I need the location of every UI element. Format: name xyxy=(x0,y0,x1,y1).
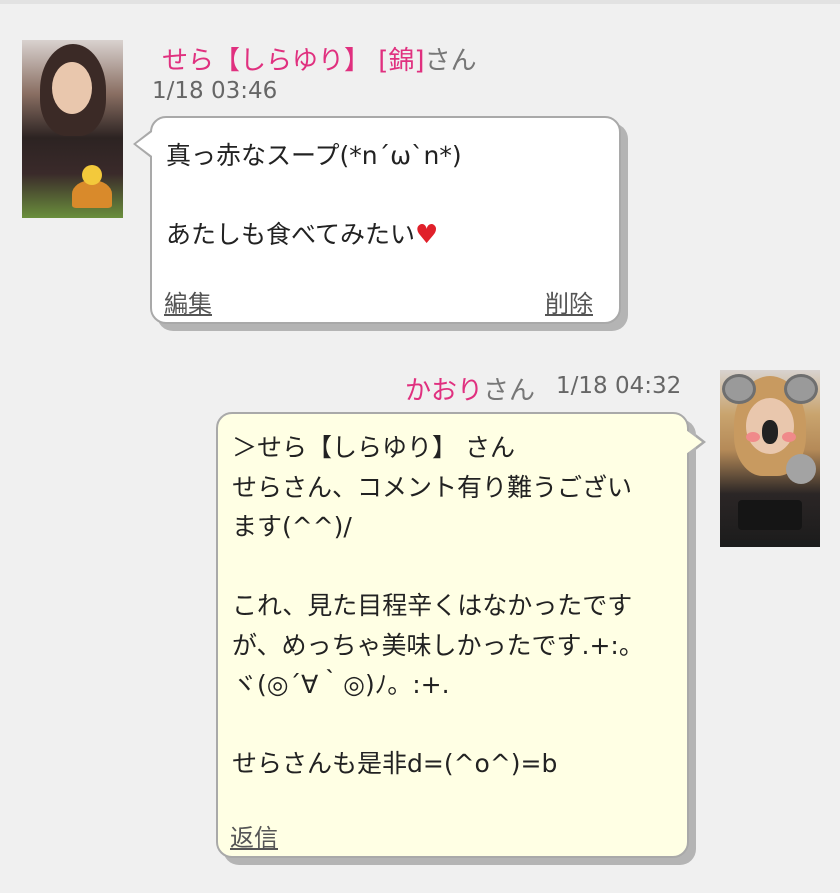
blush-icon xyxy=(782,432,796,442)
message-timestamp: 1/18 04:32 xyxy=(556,373,682,399)
message-line: 真っ赤なスープ(*n´ω`n*) xyxy=(166,141,462,170)
message-line-text: あたしも食べてみたい xyxy=(166,220,416,249)
avatar-kaori[interactable] xyxy=(720,370,820,547)
message-bubble: ＞せら【しらゆり】 さん せらさん、コメント有り難うござい ます(^^)/ これ… xyxy=(216,412,689,858)
edit-link[interactable]: 編集 xyxy=(164,284,212,319)
message-line xyxy=(232,705,673,745)
blush-icon xyxy=(746,432,760,442)
message-line: ヾ(◎´∀｀◎)ﾉ。:+. xyxy=(232,670,450,699)
bubble-tail-fill xyxy=(136,132,152,156)
top-divider xyxy=(0,0,840,4)
delete-link[interactable]: 削除 xyxy=(545,284,593,319)
message-line: せらさんも是非d=(^o^)=b xyxy=(232,749,558,778)
koala-icon xyxy=(786,454,816,484)
koala-ear-icon xyxy=(722,374,756,404)
koala-nose-icon xyxy=(762,420,778,444)
author-suffix: さん xyxy=(483,376,536,406)
author-name[interactable]: せら【しらゆり】 xyxy=(162,46,370,76)
message-line: ます(^^)/ xyxy=(232,512,352,541)
message-line: が、めっちゃ美味しかったです.+:。 xyxy=(232,630,644,660)
bubble-tail-fill xyxy=(686,430,702,454)
author-suffix: さん xyxy=(424,46,477,76)
message-timestamp: 1/18 03:46 xyxy=(152,78,278,104)
message-line: これ、見た目程辛くはなかったです xyxy=(232,591,633,620)
avatar-sera[interactable] xyxy=(22,40,123,218)
message-line: ＞せら【しらゆり】 さん xyxy=(232,433,515,462)
author-badge: [錦] xyxy=(378,46,425,76)
message-line: せらさん、コメント有り難うござい xyxy=(232,472,633,502)
koala-ear-icon xyxy=(784,374,818,404)
message-1-header: せら【しらゆり】 [錦]さん xyxy=(162,40,477,77)
message-line xyxy=(232,547,673,587)
message-line: あたしも食べてみたい♥ xyxy=(166,215,605,255)
author-name[interactable]: かおり xyxy=(405,376,483,406)
reply-link[interactable]: 返信 xyxy=(230,818,278,853)
heart-icon: ♥ xyxy=(415,220,439,250)
message-2-header: かおりさん xyxy=(405,370,535,407)
message-line xyxy=(166,176,605,216)
